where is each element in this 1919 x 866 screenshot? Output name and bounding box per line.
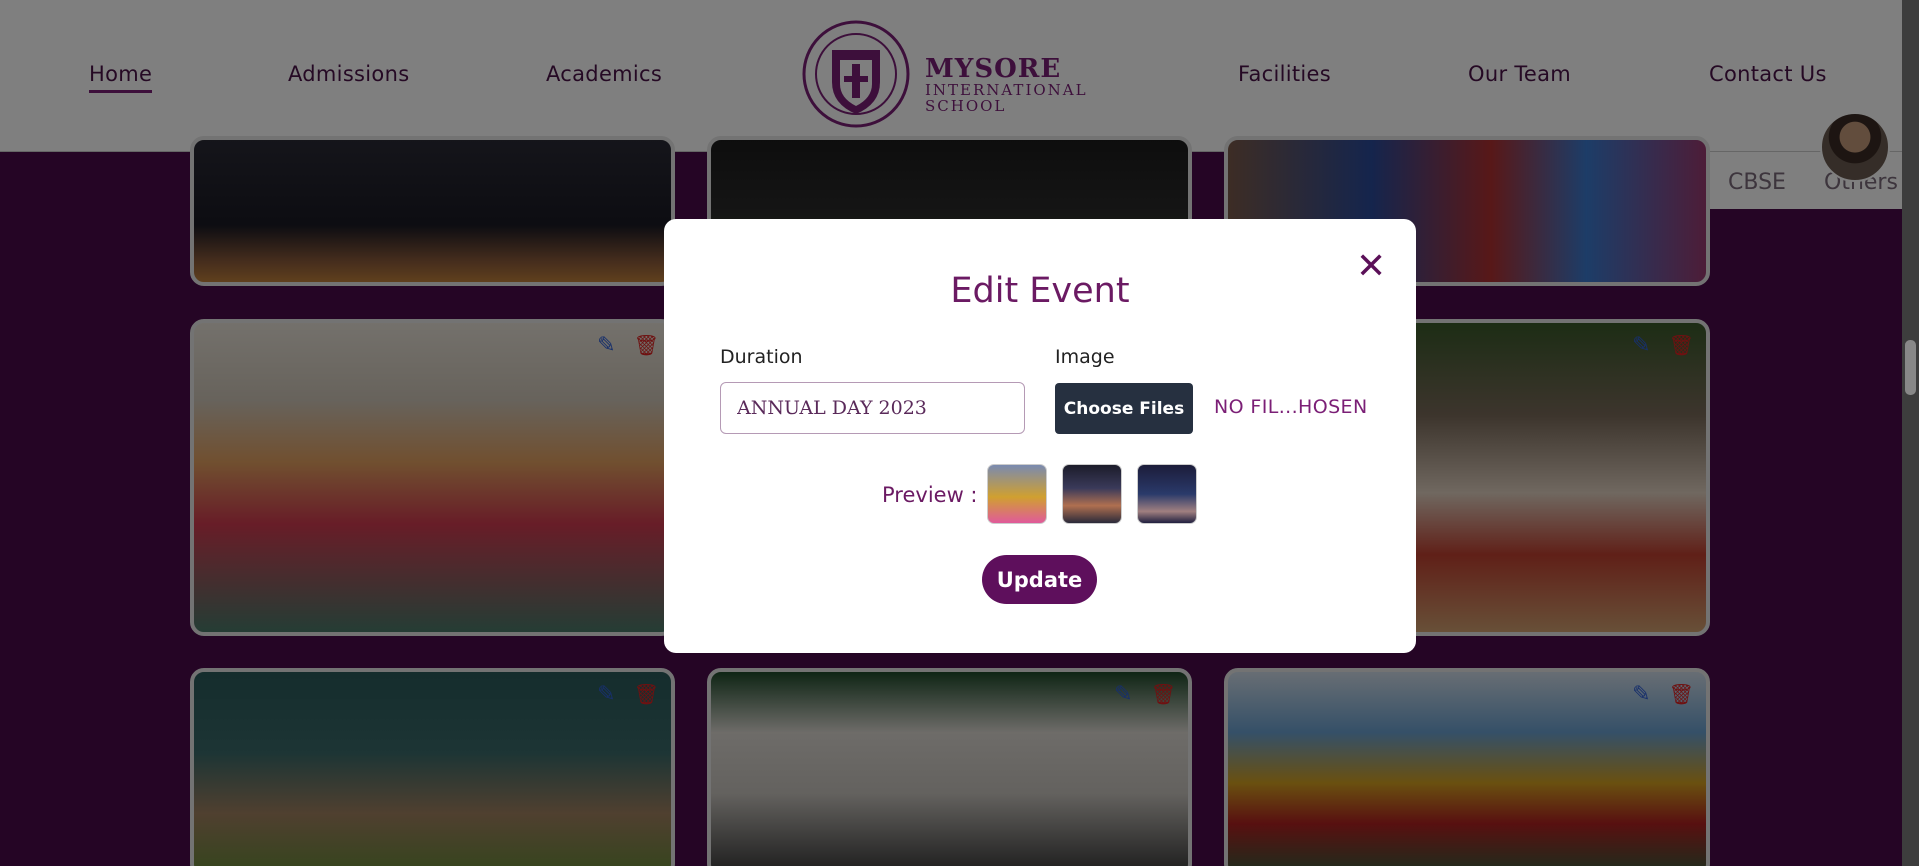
edit-event-modal: Edit Event ✕ Duration Image Choose Files… [664,219,1416,653]
choose-files-button[interactable]: Choose Files [1055,383,1193,434]
preview-thumbnail [1062,464,1122,524]
page-scrollbar[interactable] [1902,0,1919,866]
modal-title: Edit Event [950,271,1130,311]
image-label: Image [1055,346,1115,368]
preview-thumbnail [1137,464,1197,524]
scrollbar-thumb[interactable] [1905,340,1916,395]
duration-input[interactable] [720,382,1025,434]
update-button[interactable]: Update [982,555,1097,604]
preview-thumbnail [987,464,1047,524]
close-icon[interactable]: ✕ [1356,249,1386,285]
duration-label: Duration [720,346,803,368]
preview-label: Preview : [882,483,978,507]
file-status-text: NO FIL...HOSEN [1214,396,1368,418]
